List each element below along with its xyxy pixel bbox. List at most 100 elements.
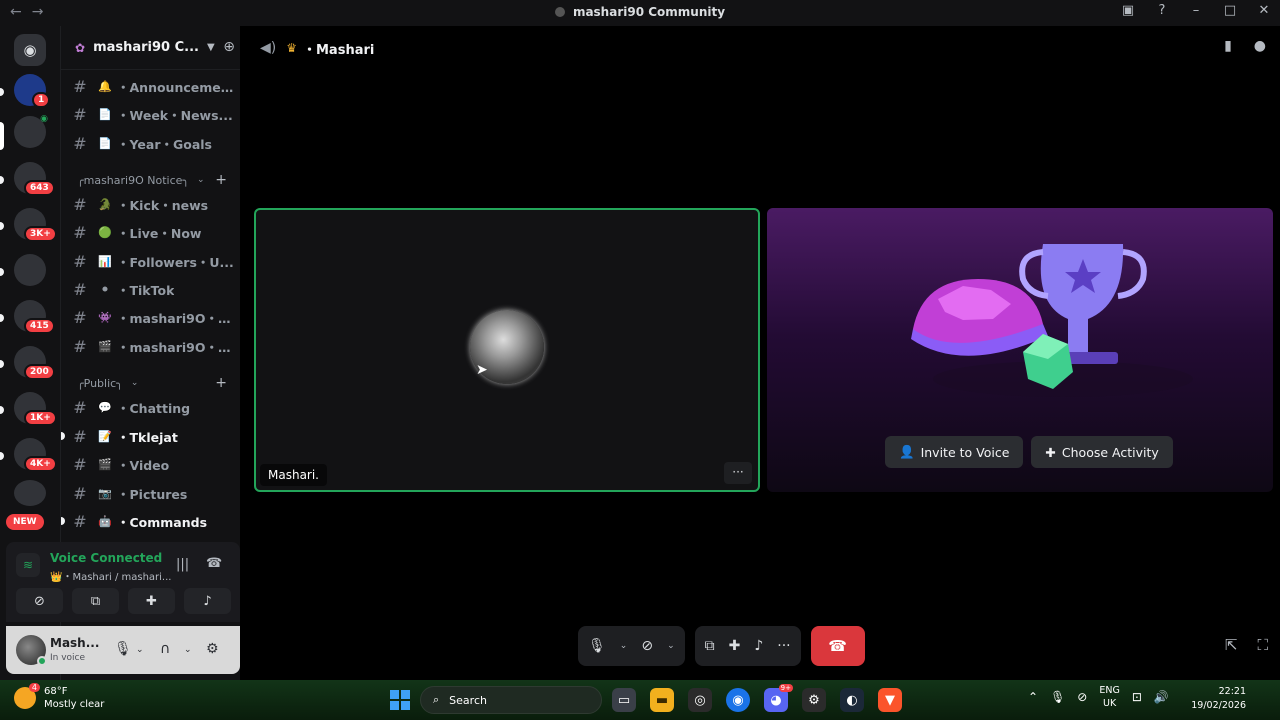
steam-icon[interactable]: ◐	[840, 688, 864, 712]
network-icon[interactable]: ⊡	[1132, 690, 1142, 704]
new-badge[interactable]: NEW	[6, 514, 44, 530]
channel-item[interactable]: # 🐊 ・Kick・news	[69, 191, 235, 217]
screen-share-icon[interactable]: ⧉	[705, 638, 715, 654]
channel-label: ・mashari9O・C...	[117, 339, 235, 355]
chevron-down-icon[interactable]: ⌄	[667, 641, 675, 651]
inbox-icon[interactable]: ▣	[1118, 3, 1138, 18]
chevron-down-icon: ▼	[207, 42, 215, 53]
windows-start-icon[interactable]	[390, 690, 410, 710]
channel-item[interactable]: # 🤖 ・Commands	[61, 508, 235, 534]
search-label: Search	[449, 693, 487, 707]
user-name[interactable]: Mash...	[50, 636, 99, 650]
headphones-icon[interactable]: ∩	[160, 641, 170, 657]
more-options-icon[interactable]: ···	[724, 462, 752, 484]
task-view-icon[interactable]: ▭	[612, 688, 636, 712]
channel-item[interactable]: # 🟢 ・Live・Now	[69, 219, 235, 245]
taskbar-clock[interactable]: 22:21 19/02/2026	[1191, 685, 1246, 713]
screen-share-button[interactable]: ⧉	[72, 588, 119, 614]
microphone-icon[interactable]: 🎙	[114, 641, 132, 657]
server-folder-icon[interactable]: 3K+	[14, 208, 57, 242]
brave-icon[interactable]: ▼	[878, 688, 902, 712]
camera-off-icon[interactable]: ⊘	[641, 638, 653, 654]
weather-badge: 4	[28, 683, 40, 692]
hash-icon: #	[73, 307, 87, 327]
unread-pip	[0, 268, 4, 276]
chevron-down-icon[interactable]: ⌄	[184, 645, 192, 655]
channel-item[interactable]: # 📝 ・Tklejat	[61, 423, 235, 449]
chrome-icon[interactable]: ◉	[726, 688, 750, 712]
microphone-icon[interactable]: 🎙	[1050, 690, 1065, 704]
participant-name: Mashari.	[260, 464, 327, 486]
language-indicator[interactable]: ENG UK	[1099, 684, 1119, 710]
channel-item[interactable]: # ⚫ ・TikTok	[69, 276, 235, 302]
channel-item[interactable]: # 👾 ・mashari9O・E...	[69, 304, 235, 330]
leave-call-button[interactable]: ☎	[810, 626, 865, 666]
chevron-down-icon: ⌄	[130, 378, 139, 388]
hash-icon: #	[73, 104, 87, 124]
camera-off-button[interactable]: ⊘	[16, 588, 63, 614]
add-channel-icon[interactable]: +	[215, 172, 227, 188]
disconnect-icon[interactable]: ☎	[206, 556, 222, 571]
help-icon[interactable]: ?	[1152, 3, 1172, 18]
channel-item[interactable]: # 💬 ・Chatting	[69, 394, 235, 420]
app-icon[interactable]: ◎	[688, 688, 712, 712]
invite-to-voice-button[interactable]: 👤 Invite to Voice	[885, 436, 1024, 468]
choose-activity-button[interactable]: ✚ Choose Activity	[1031, 436, 1173, 468]
channel-item[interactable]: # 📊 ・Followers・U...	[69, 248, 235, 274]
channel-item[interactable]: # 📄 ・Year・Goals	[69, 130, 235, 156]
category-public[interactable]: ╭Public╮ ⌄ +	[77, 374, 237, 392]
pop-out-icon[interactable]: ⇱	[1225, 636, 1238, 654]
fullscreen-icon[interactable]: ⛶	[1257, 636, 1268, 654]
server-icon[interactable]: ◉	[14, 114, 48, 148]
hash-icon: #	[73, 133, 87, 153]
windows-taskbar: 4 68°F Mostly clear ⌕ Search ▭ ▬ ◎ ◉ ◕ 9+ ⚙…	[0, 680, 1280, 720]
chevron-down-icon[interactable]: ⌄	[136, 645, 144, 655]
bookmark-icon[interactable]: ▮	[1224, 38, 1232, 54]
title-bar: ← → mashari90 Community ▣ ? – □ ✕	[0, 0, 1280, 26]
server-icon[interactable]: 1	[14, 74, 51, 108]
activities-button[interactable]: ✚	[128, 588, 175, 614]
noise-suppression-icon[interactable]: |||	[176, 557, 189, 572]
server-folder-icon[interactable]	[14, 480, 46, 506]
channel-item[interactable]: # 📷 ・Pictures	[69, 480, 235, 506]
file-explorer-icon[interactable]: ▬	[650, 688, 674, 712]
discord-icon[interactable]: ◕ 9+	[764, 684, 793, 712]
channel-item[interactable]: # 🎬 ・Video	[69, 451, 235, 477]
server-folder-icon[interactable]: 415	[14, 300, 55, 334]
settings-icon[interactable]: ⚙	[802, 688, 826, 712]
server-folder-icon[interactable]: 200	[14, 346, 55, 380]
server-flower-icon: ✿	[75, 40, 86, 55]
soundboard-icon[interactable]: ♪	[754, 638, 763, 654]
invite-people-icon[interactable]: ⊕	[223, 39, 235, 55]
settings-gear-icon[interactable]: ⚙	[206, 641, 219, 657]
server-folder-icon[interactable]	[14, 254, 46, 286]
chevron-up-icon[interactable]: ⌃	[1028, 690, 1038, 704]
server-folder-icon[interactable]: 643	[14, 162, 55, 196]
channel-item[interactable]: # 🎬 ・mashari9O・C...	[69, 333, 235, 359]
more-options-icon[interactable]: ···	[777, 638, 790, 654]
voice-location[interactable]: 👑・Mashari / mashari...	[50, 568, 171, 583]
volume-icon[interactable]: 🔊	[1154, 690, 1169, 704]
category-notice[interactable]: ╭mashari9O Notice╮ ⌄ +	[77, 171, 237, 189]
minimize-icon[interactable]: –	[1186, 3, 1206, 18]
server-header[interactable]: ✿ mashari90 C... ▼ ⊕	[61, 26, 241, 70]
channel-item[interactable]: # 🔔 ・Announcemen...	[69, 73, 235, 99]
server-folder-icon[interactable]: 1K+	[14, 392, 57, 426]
signal-icon[interactable]: ≋	[16, 553, 40, 577]
camera-off-icon[interactable]: ⊘	[1077, 690, 1087, 704]
close-icon[interactable]: ✕	[1254, 3, 1274, 18]
microphone-icon[interactable]: 🎙	[588, 638, 606, 654]
channel-item[interactable]: # 📄 ・Week・News...	[69, 101, 235, 127]
discord-home-icon[interactable]: ◉	[14, 34, 46, 66]
chevron-down-icon[interactable]: ⌄	[620, 641, 628, 651]
activities-icon[interactable]: ✚	[729, 638, 741, 654]
add-channel-icon[interactable]: +	[215, 375, 227, 391]
unread-pip	[61, 517, 65, 525]
weather-widget[interactable]: 4 68°F Mostly clear	[14, 683, 104, 711]
participant-tile[interactable]: ➤ Mashari. ···	[254, 208, 760, 492]
soundboard-button[interactable]: ♪	[184, 588, 231, 614]
chat-bubble-icon[interactable]: ●	[1254, 38, 1266, 54]
taskbar-search[interactable]: ⌕ Search	[420, 686, 602, 714]
server-folder-icon[interactable]: 4K+	[14, 438, 57, 472]
maximize-icon[interactable]: □	[1220, 3, 1240, 18]
